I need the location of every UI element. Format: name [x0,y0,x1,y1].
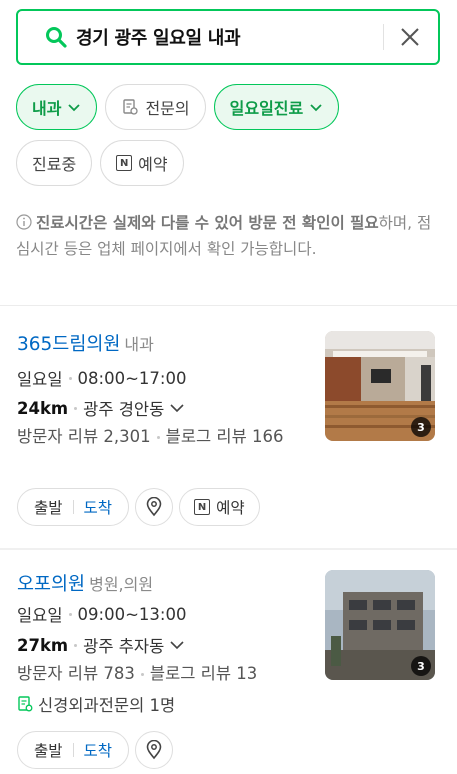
search-input[interactable]: 경기 광주 일요일 내과 [76,24,383,50]
review-line: 방문자 리뷰 2,301 블로그 리뷰 166 [17,424,309,450]
filter-chip-open-now[interactable]: 진료중 [16,140,93,186]
filter-chip-internal-medicine[interactable]: 내과 [16,84,98,130]
action-row: 출발 도착 N 예약 [17,488,260,526]
area: 광주 추자동 [83,637,165,656]
close-icon[interactable] [398,25,422,49]
button-separator [72,743,74,757]
filter-chip-label: 진료중 [32,155,77,174]
filter-row-2: 진료중 N 예약 [16,140,184,186]
route-button-group: 출발 도착 [17,488,130,526]
map-pin-button[interactable] [135,488,174,526]
search-icon [36,26,76,48]
filter-row-1: 내과 전문의 일요일진료 [16,84,340,130]
distance: 27km [17,635,69,655]
separator-dot [74,643,78,647]
place-name[interactable]: 365드림의원 [17,334,120,355]
distance-line[interactable]: 24km 광주 경안동 [17,396,186,420]
filter-chip-label: 일요일진료 [229,99,304,118]
section-divider [0,305,457,306]
hours-time: 08:00~17:00 [77,368,187,388]
route-button-group: 출발 도착 [17,731,130,769]
distance: 24km [17,398,69,418]
naver-booking-icon: N [194,499,211,515]
naver-booking-icon: N [116,155,133,171]
photo-count-badge: 3 [411,656,431,676]
hours-line: 일요일 08:00~17:00 [17,366,186,390]
hours-day: 일요일 [17,606,63,625]
filter-chip-label: 내과 [32,99,62,118]
specialist-line: 신경외과전문의 1명 [17,692,175,716]
chevron-down-icon [170,404,184,413]
visitor-review: 방문자 리뷰 783 [17,664,135,683]
hours-day: 일요일 [17,370,63,389]
place-thumbnail[interactable]: 3 [325,331,435,441]
filter-chip-sunday[interactable]: 일요일진료 [213,84,340,130]
blog-review: 블로그 리뷰 13 [149,664,258,683]
map-pin-icon [146,497,162,517]
place-category: 내과 [124,335,154,354]
chevron-down-icon [310,104,322,112]
hours-time: 09:00~13:00 [77,604,187,624]
notice-bold: 진료시간은 실제와 다를 수 있어 방문 전 확인이 필요 [36,214,379,232]
place-name[interactable]: 오포의원 [17,574,85,595]
separator-dot [140,672,144,676]
filter-chip-reservation[interactable]: N 예약 [100,140,184,186]
depart-button[interactable]: 출발 [34,496,63,518]
info-icon [16,214,32,230]
chevron-down-icon [170,641,184,650]
visitor-review: 방문자 리뷰 2,301 [17,427,151,446]
card-divider [0,548,457,550]
arrive-button[interactable]: 도착 [84,496,113,518]
hours-line: 일요일 09:00~13:00 [17,602,186,626]
map-pin-button[interactable] [135,731,174,769]
place-title: 오포의원 병원,의원 [17,570,153,596]
reserve-label: 예약 [216,499,245,517]
separator-dot [68,612,72,616]
separator-dot [156,436,160,439]
filter-chip-specialist[interactable]: 전문의 [105,84,206,130]
search-divider [383,24,384,50]
separator-dot [74,406,78,410]
search-bar[interactable]: 경기 광주 일요일 내과 [16,9,440,65]
place-title: 365드림의원 내과 [17,330,154,356]
separator-dot [68,376,72,380]
blog-review: 블로그 리뷰 166 [165,427,284,446]
photo-count-badge: 3 [411,417,431,437]
hours-notice: 진료시간은 실제와 다를 수 있어 방문 전 확인이 필요하며, 점심시간 등은… [16,210,436,262]
filter-chip-label: 전문의 [145,99,190,118]
specialist-count: 신경외과전문의 1명 [38,696,176,715]
arrive-button[interactable]: 도착 [84,739,113,761]
chevron-down-icon [68,104,81,112]
certificate-icon [18,696,33,712]
filter-chip-label: 예약 [138,155,168,174]
action-row: 출발 도착 [17,731,174,769]
button-separator [72,500,74,514]
reserve-button[interactable]: N 예약 [179,488,260,526]
place-thumbnail[interactable]: 3 [325,570,435,680]
area: 광주 경안동 [83,400,165,419]
distance-line[interactable]: 27km 광주 추자동 [17,633,186,657]
map-pin-icon [146,740,162,760]
place-category: 병원,의원 [89,575,154,594]
depart-button[interactable]: 출발 [34,739,63,761]
certificate-icon [123,99,139,115]
review-line: 방문자 리뷰 783 블로그 리뷰 13 [17,661,257,687]
